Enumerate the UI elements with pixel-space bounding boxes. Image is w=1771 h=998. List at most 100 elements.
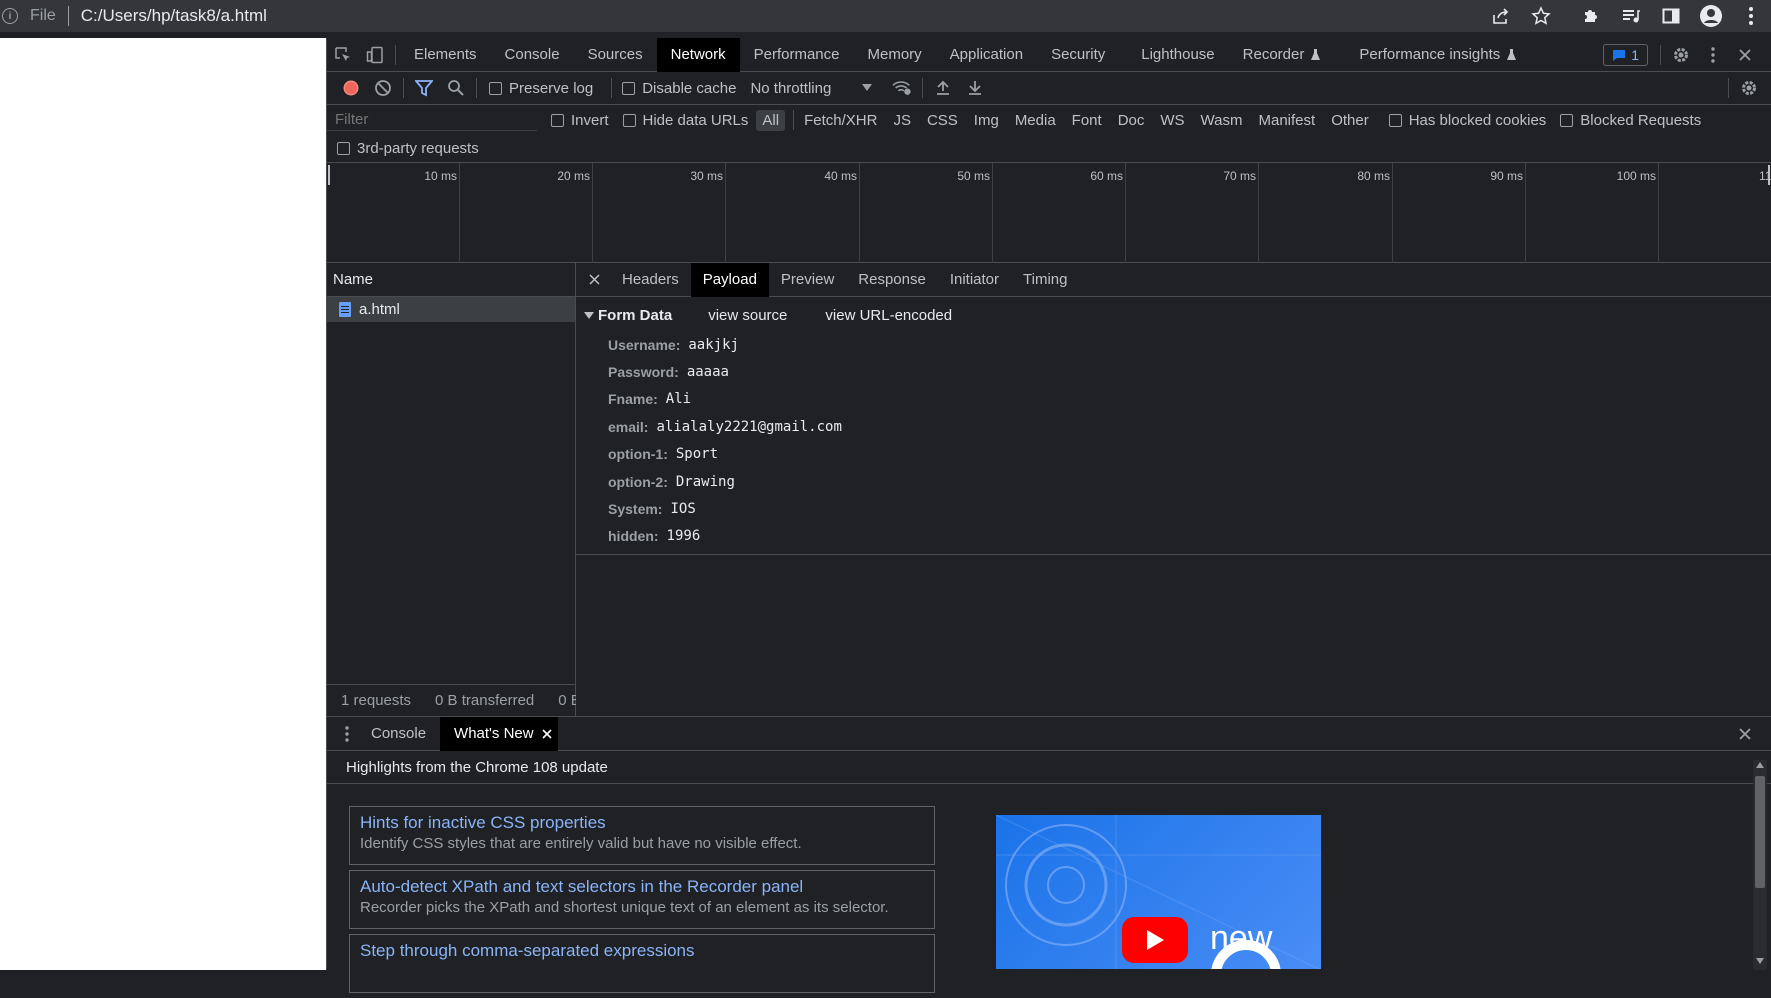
settings-gear-icon[interactable] — [1671, 45, 1691, 65]
media-queue-icon[interactable] — [1619, 4, 1643, 28]
profile-avatar-icon[interactable] — [1699, 4, 1723, 28]
detail-tab-response[interactable]: Response — [846, 263, 938, 297]
import-har-icon[interactable] — [933, 78, 953, 98]
filter-type-fetch-xhr[interactable]: Fetch/XHR — [798, 110, 883, 131]
whats-new-card[interactable]: Step through comma-separated expressions — [349, 934, 935, 993]
address-bar: i File C:/Users/hp/task8/a.html — [0, 0, 1771, 32]
close-drawer-icon[interactable] — [1735, 724, 1755, 744]
video-text: new — [1210, 919, 1273, 957]
hide-data-urls-label: Hide data URLs — [642, 111, 749, 129]
filter-type-js[interactable]: JS — [887, 110, 917, 131]
invert-checkbox[interactable]: Invert — [551, 112, 609, 129]
field-key: Username: — [608, 336, 681, 353]
share-icon[interactable] — [1489, 4, 1513, 28]
filter-type-all[interactable]: All — [756, 109, 786, 131]
filter-type-ws[interactable]: WS — [1154, 110, 1190, 131]
network-split-view: Name a.html 1 requests 0 B transferred 0… — [327, 262, 1771, 717]
info-icon[interactable]: i — [2, 8, 18, 24]
filter-type-img[interactable]: Img — [968, 110, 1005, 131]
blocked-requests-checkbox[interactable]: Blocked Requests — [1560, 112, 1701, 129]
hide-data-urls-checkbox[interactable]: Hide data URLs — [622, 111, 749, 129]
filter-type-font[interactable]: Font — [1066, 110, 1108, 131]
scroll-up-icon — [1756, 762, 1764, 768]
drawer-tab-whats-new[interactable]: What's New — [440, 716, 558, 751]
tab-network[interactable]: Network — [656, 37, 740, 72]
clear-icon[interactable] — [373, 78, 393, 98]
tab-sources[interactable]: Sources — [574, 38, 657, 72]
tab-elements[interactable]: Elements — [400, 38, 491, 72]
throttling-select[interactable]: No throttling — [750, 80, 873, 97]
filter-type-doc[interactable]: Doc — [1112, 110, 1151, 131]
inspect-element-icon[interactable] — [333, 45, 353, 65]
filter-type-wasm[interactable]: Wasm — [1195, 110, 1249, 131]
browser-menu-icon[interactable] — [1739, 4, 1763, 28]
tab-lighthouse[interactable]: Lighthouse — [1127, 38, 1228, 72]
form-data-divider — [576, 554, 1771, 556]
tab-recorder-label: Recorder — [1242, 46, 1305, 63]
filter-input[interactable] — [327, 109, 537, 131]
filter-type-other[interactable]: Other — [1325, 110, 1375, 131]
filter-bar: Invert Hide data URLs All Fetch/XHR JS C… — [327, 105, 1771, 135]
network-conditions-icon[interactable] — [892, 78, 912, 98]
extensions-icon[interactable] — [1579, 4, 1603, 28]
timeline-end-handle[interactable] — [1768, 165, 1770, 185]
drawer-tab-console[interactable]: Console — [357, 717, 440, 751]
whats-new-video-thumbnail[interactable]: new — [996, 815, 1321, 969]
network-timeline-overview[interactable]: 10 ms 20 ms 30 ms 40 ms 50 ms 60 ms 70 m… — [327, 163, 1771, 263]
filter-type-manifest[interactable]: Manifest — [1253, 110, 1322, 131]
export-har-icon[interactable] — [965, 78, 985, 98]
filter-funnel-icon[interactable] — [414, 78, 434, 98]
detail-tab-timing[interactable]: Timing — [1011, 263, 1079, 297]
tab-memory[interactable]: Memory — [854, 38, 936, 72]
drawer-scrollbar[interactable] — [1753, 760, 1767, 970]
search-icon[interactable] — [446, 78, 466, 98]
has-blocked-cookies-checkbox[interactable]: Has blocked cookies — [1388, 112, 1546, 129]
expand-triangle-icon[interactable] — [584, 311, 594, 319]
tab-recorder[interactable]: Recorder — [1229, 38, 1336, 72]
card-title[interactable]: Hints for inactive CSS properties — [360, 813, 924, 833]
form-field-row: option-1: Sport — [576, 441, 1771, 468]
card-description: Identify CSS styles that are entirely va… — [360, 835, 802, 852]
drawer-tab-whats-new-label: What's New — [454, 725, 534, 742]
tab-performance[interactable]: Performance — [740, 38, 854, 72]
side-panel-icon[interactable] — [1659, 4, 1683, 28]
view-source-link[interactable]: view source — [708, 307, 787, 324]
view-url-encoded-link[interactable]: view URL-encoded — [825, 307, 952, 324]
youtube-play-icon[interactable] — [1122, 917, 1188, 963]
scrollbar-thumb[interactable] — [1755, 776, 1765, 888]
third-party-checkbox[interactable]: 3rd-party requests — [337, 140, 479, 157]
filter-type-css[interactable]: CSS — [921, 110, 964, 131]
tab-performance-insights[interactable]: Performance insights — [1345, 38, 1531, 72]
whats-new-card[interactable]: Auto-detect XPath and text selectors in … — [349, 870, 935, 929]
url-text[interactable]: C:/Users/hp/task8/a.html — [81, 6, 267, 26]
close-devtools-icon[interactable] — [1735, 45, 1755, 65]
tick-label: 40 ms — [824, 169, 857, 183]
form-data-title[interactable]: Form Data — [598, 307, 672, 324]
drawer-menu-icon[interactable] — [337, 725, 357, 742]
record-icon[interactable] — [341, 78, 361, 98]
filter-type-media[interactable]: Media — [1009, 110, 1062, 131]
detail-tab-initiator[interactable]: Initiator — [938, 263, 1011, 297]
tick-label: 20 ms — [557, 169, 590, 183]
network-settings-gear-icon[interactable] — [1739, 78, 1759, 98]
preserve-log-checkbox[interactable]: Preserve log — [489, 80, 593, 97]
experiment-flask-icon — [1311, 49, 1321, 60]
request-row[interactable]: a.html — [327, 297, 575, 322]
tab-performance-insights-label: Performance insights — [1359, 46, 1501, 63]
card-title[interactable]: Step through comma-separated expressions — [360, 941, 924, 961]
issues-badge[interactable]: 1 — [1603, 44, 1648, 66]
detail-tab-preview[interactable]: Preview — [769, 263, 846, 297]
tab-security[interactable]: Security — [1037, 38, 1119, 72]
whats-new-card[interactable]: Hints for inactive CSS properties Identi… — [349, 806, 935, 865]
card-title[interactable]: Auto-detect XPath and text selectors in … — [360, 877, 924, 897]
device-toolbar-icon[interactable] — [365, 45, 385, 65]
detail-tab-payload[interactable]: Payload — [690, 262, 769, 297]
tab-application[interactable]: Application — [936, 38, 1037, 72]
name-column-header[interactable]: Name — [327, 263, 575, 297]
bookmark-star-icon[interactable] — [1529, 4, 1553, 28]
detail-tab-headers[interactable]: Headers — [610, 263, 691, 297]
close-detail-icon[interactable] — [584, 270, 604, 290]
customize-menu-icon[interactable] — [1703, 45, 1723, 65]
disable-cache-checkbox[interactable]: Disable cache — [622, 80, 736, 97]
tab-console[interactable]: Console — [491, 38, 574, 72]
